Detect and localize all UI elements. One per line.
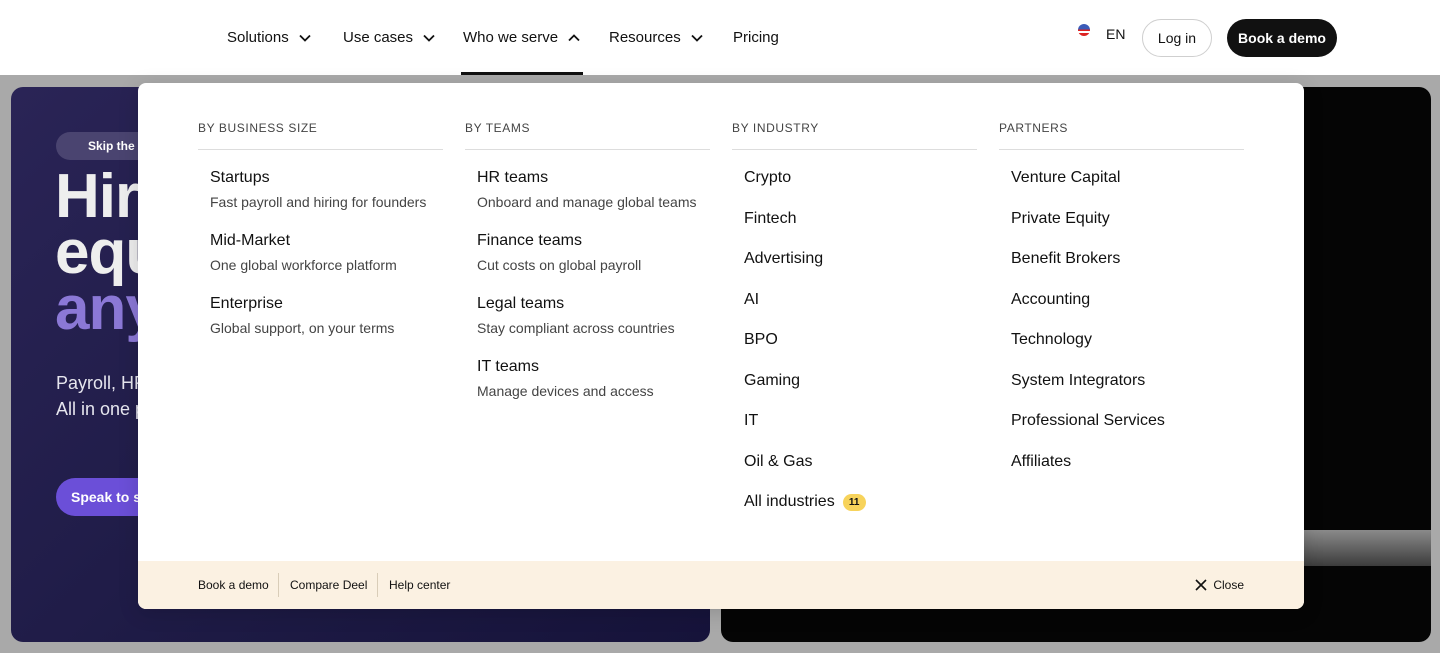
- chevron-down-icon: [299, 34, 311, 42]
- nav-solutions[interactable]: Solutions: [227, 0, 312, 75]
- menu-item-description: Stay compliant across countries: [477, 320, 675, 336]
- nav-label: Resources: [609, 29, 681, 46]
- menu-footer: Book a demo Compare Deel Help center Clo…: [138, 561, 1304, 609]
- menu-item-private-equity[interactable]: Private Equity: [1011, 210, 1110, 228]
- menu-item-all-industries[interactable]: All industries 11: [744, 493, 866, 511]
- menu-item-professional-services[interactable]: Professional Services: [1011, 412, 1165, 430]
- nav-who-we-serve[interactable]: Who we serve: [460, 0, 584, 75]
- menu-item-title: Oil & Gas: [744, 453, 813, 470]
- menu-item-title: Benefit Brokers: [1011, 250, 1121, 267]
- menu-item-enterprise[interactable]: Enterprise Global support, on your terms: [210, 295, 394, 336]
- hero-subtitle-line2: All in one p: [56, 399, 146, 419]
- menu-item-finance-teams[interactable]: Finance teams Cut costs on global payrol…: [477, 232, 641, 273]
- chevron-down-icon: [423, 34, 435, 42]
- menu-item-title: Private Equity: [1011, 210, 1110, 227]
- nav-label: Pricing: [733, 29, 779, 46]
- close-icon: [1195, 579, 1207, 591]
- us-flag-icon: [1078, 24, 1090, 36]
- menu-item-title: BPO: [744, 331, 778, 348]
- menu-item-affiliates[interactable]: Affiliates: [1011, 453, 1071, 471]
- chevron-down-icon: [691, 34, 703, 42]
- column-heading: BY INDUSTRY: [732, 121, 819, 135]
- menu-item-title: Startups: [210, 169, 270, 186]
- menu-item-title: Legal teams: [477, 295, 565, 312]
- menu-item-it-teams[interactable]: IT teams Manage devices and access: [477, 358, 654, 399]
- menu-item-title: Professional Services: [1011, 412, 1165, 429]
- menu-item-description: Manage devices and access: [477, 383, 654, 399]
- menu-item-title: Gaming: [744, 372, 801, 389]
- menu-item-description: One global workforce platform: [210, 257, 397, 273]
- footer-divider: [278, 573, 279, 597]
- menu-item-system-integrators[interactable]: System Integrators: [1011, 372, 1145, 390]
- menu-item-description: Global support, on your terms: [210, 320, 395, 336]
- menu-item-description: Fast payroll and hiring for founders: [210, 194, 427, 210]
- menu-item-advertising[interactable]: Advertising: [744, 250, 823, 268]
- nav-label: Use cases: [343, 29, 414, 46]
- menu-item-title: Fintech: [744, 210, 797, 227]
- menu-item-title: Venture Capital: [1011, 169, 1121, 186]
- menu-item-fintech[interactable]: Fintech: [744, 210, 796, 228]
- menu-item-benefit-brokers[interactable]: Benefit Brokers: [1011, 250, 1120, 268]
- column-divider: [732, 149, 977, 150]
- count-badge: 11: [842, 493, 866, 511]
- menu-item-title: HR teams: [477, 169, 549, 186]
- nav-pricing[interactable]: Pricing: [733, 0, 779, 75]
- column-heading: BY BUSINESS SIZE: [198, 121, 318, 135]
- nav-use-cases[interactable]: Use cases: [343, 0, 436, 75]
- menu-item-title: Technology: [1011, 331, 1092, 348]
- menu-item-technology[interactable]: Technology: [1011, 331, 1092, 349]
- close-menu-button[interactable]: Close: [1195, 561, 1244, 609]
- menu-item-venture-capital[interactable]: Venture Capital: [1011, 169, 1120, 187]
- menu-item-title: Crypto: [744, 169, 792, 186]
- menu-item-title: IT teams: [477, 358, 539, 375]
- menu-item-crypto[interactable]: Crypto: [744, 169, 791, 187]
- language-selector[interactable]: EN: [1078, 24, 1126, 42]
- menu-item-title: IT: [744, 412, 759, 429]
- column-heading: BY TEAMS: [465, 121, 531, 135]
- menu-item-title: AI: [744, 291, 760, 308]
- menu-item-title: Advertising: [744, 250, 824, 267]
- footer-book-demo-link[interactable]: Book a demo: [198, 561, 269, 609]
- menu-item-it[interactable]: IT: [744, 412, 758, 430]
- menu-item-gaming[interactable]: Gaming: [744, 372, 800, 390]
- menu-item-description: Onboard and manage global teams: [477, 194, 697, 210]
- menu-item-bpo[interactable]: BPO: [744, 331, 778, 349]
- menu-item-accounting[interactable]: Accounting: [1011, 291, 1090, 309]
- site-header: Solutions Use cases Who we serve Resourc…: [0, 0, 1440, 75]
- menu-item-oil-gas[interactable]: Oil & Gas: [744, 453, 812, 471]
- column-divider: [465, 149, 710, 150]
- menu-item-ai[interactable]: AI: [744, 291, 759, 309]
- menu-item-startups[interactable]: Startups Fast payroll and hiring for fou…: [210, 169, 426, 210]
- nav-label: Who we serve: [463, 29, 559, 46]
- who-we-serve-menu: BY BUSINESS SIZE Startups Fast payroll a…: [138, 83, 1304, 609]
- menu-item-title: Affiliates: [1011, 453, 1072, 470]
- column-divider: [999, 149, 1244, 150]
- language-code: EN: [1106, 26, 1126, 42]
- column-heading: PARTNERS: [999, 121, 1069, 135]
- nav-resources[interactable]: Resources: [609, 0, 704, 75]
- menu-item-title: Accounting: [1011, 291, 1091, 308]
- menu-item-title: All industries: [744, 493, 835, 510]
- menu-item-title: Mid-Market: [210, 232, 291, 249]
- footer-divider: [377, 573, 378, 597]
- menu-item-description: Cut costs on global payroll: [477, 257, 642, 273]
- menu-item-legal-teams[interactable]: Legal teams Stay compliant across countr…: [477, 295, 675, 336]
- nav-label: Solutions: [227, 29, 289, 46]
- hero-subtitle-line1: Payroll, HR: [56, 373, 148, 393]
- menu-item-mid-market[interactable]: Mid-Market One global workforce platform: [210, 232, 397, 273]
- menu-item-title: Finance teams: [477, 232, 582, 249]
- footer-help-center-link[interactable]: Help center: [389, 561, 450, 609]
- footer-compare-deel-link[interactable]: Compare Deel: [290, 561, 367, 609]
- login-button[interactable]: Log in: [1142, 19, 1212, 57]
- chevron-up-icon: [568, 33, 580, 41]
- menu-item-title: System Integrators: [1011, 372, 1146, 389]
- menu-item-hr-teams[interactable]: HR teams Onboard and manage global teams: [477, 169, 696, 210]
- book-demo-button[interactable]: Book a demo: [1227, 19, 1337, 57]
- menu-item-title: Enterprise: [210, 295, 283, 312]
- close-label: Close: [1213, 578, 1244, 592]
- column-divider: [198, 149, 443, 150]
